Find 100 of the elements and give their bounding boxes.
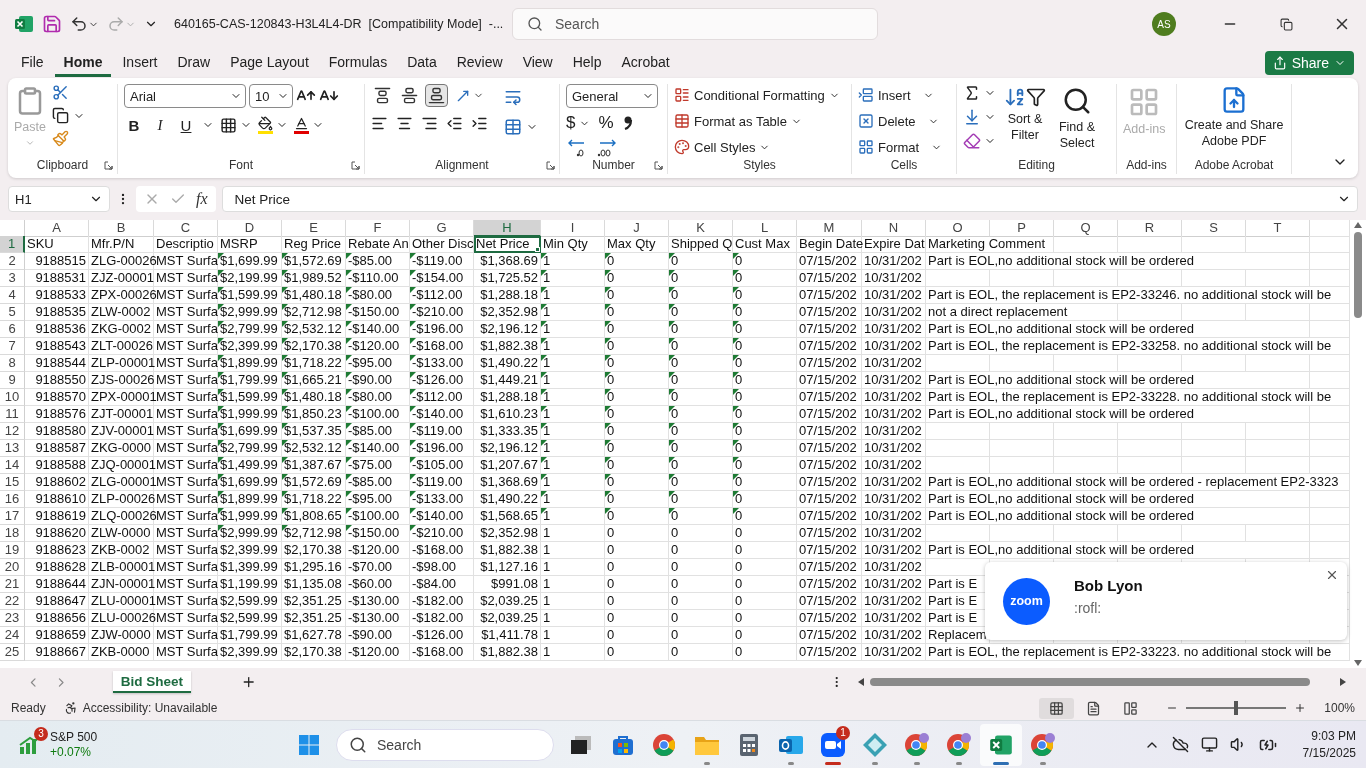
table-cell[interactable]: $2,712.98 <box>282 525 346 542</box>
table-cell[interactable]: MST Surfa <box>154 389 218 406</box>
table-cell[interactable]: -$182.00 <box>410 593 474 610</box>
accessibility-status[interactable]: Accessibility: Unavailable <box>82 701 218 715</box>
table-cell[interactable]: 07/15/202 <box>797 253 862 270</box>
table-cell[interactable]: 0 <box>733 576 797 593</box>
table-cell[interactable]: 0 <box>669 474 733 491</box>
table-cell[interactable]: $1,799.99 <box>218 372 282 389</box>
table-cell[interactable]: 0 <box>605 304 669 321</box>
row-header[interactable]: 21 <box>0 576 25 593</box>
table-cell[interactable]: -$80.00 <box>346 389 410 406</box>
table-cell[interactable]: 0 <box>733 355 797 372</box>
table-cell[interactable]: 0 <box>733 270 797 287</box>
table-cell[interactable]: -$150.00 <box>346 304 410 321</box>
taskbar-app[interactable]: 1 <box>812 723 854 766</box>
table-cell[interactable]: MST Surfa <box>154 321 218 338</box>
table-cell[interactable]: 0 <box>733 457 797 474</box>
table-cell[interactable]: -$133.00 <box>410 355 474 372</box>
align-right-icon[interactable] <box>421 115 438 132</box>
table-cell[interactable]: $2,599.99 <box>218 593 282 610</box>
table-cell[interactable]: $2,399.99 <box>218 542 282 559</box>
empty-cell[interactable] <box>1246 355 1310 372</box>
table-cell[interactable]: 1 <box>541 287 605 304</box>
table-cell[interactable]: 9188659 <box>25 627 89 644</box>
table-cell[interactable]: 9188570 <box>25 389 89 406</box>
table-cell[interactable]: 1 <box>541 542 605 559</box>
table-cell[interactable]: $2,170.38 <box>282 542 346 559</box>
zoom-level[interactable]: 100% <box>1324 701 1355 715</box>
empty-cell[interactable] <box>1118 440 1182 457</box>
clock[interactable]: 9:03 PM 7/15/2025 <box>1302 727 1356 762</box>
table-cell[interactable]: -$210.00 <box>410 525 474 542</box>
table-cell[interactable]: -$85.00 <box>346 253 410 270</box>
table-cell[interactable]: MST Surfa <box>154 491 218 508</box>
column-header[interactable]: T <box>1246 220 1310 237</box>
table-cell[interactable]: 0 <box>733 321 797 338</box>
table-cell[interactable]: 10/31/202 <box>862 253 926 270</box>
table-cell[interactable]: 07/15/202 <box>797 270 862 287</box>
font-color-button[interactable] <box>294 116 309 134</box>
name-box[interactable]: H1 <box>8 186 110 212</box>
cloud-off-icon[interactable] <box>1171 736 1189 753</box>
table-cell[interactable]: 0 <box>669 406 733 423</box>
insert-cells-button[interactable]: Insert <box>858 84 943 106</box>
row-header[interactable]: 14 <box>0 457 25 474</box>
table-cell[interactable]: 10/31/202 <box>862 559 926 576</box>
format-as-table-button[interactable]: Format as Table <box>674 110 840 132</box>
fill-color-button[interactable] <box>258 116 273 134</box>
table-cell[interactable]: 9188533 <box>25 287 89 304</box>
empty-cell[interactable] <box>1246 440 1310 457</box>
empty-cell[interactable] <box>926 525 990 542</box>
table-cell[interactable]: 9188623 <box>25 542 89 559</box>
table-cell[interactable]: $1,572.69 <box>282 253 346 270</box>
insert-function-button[interactable]: fx <box>196 190 208 208</box>
empty-cell[interactable] <box>1118 355 1182 372</box>
table-cell[interactable]: MST Surfa <box>154 593 218 610</box>
empty-cell[interactable] <box>1182 236 1246 253</box>
menu-tab[interactable]: Draw <box>168 49 220 77</box>
empty-cell[interactable] <box>1118 423 1182 440</box>
empty-cell[interactable] <box>926 355 990 372</box>
table-cell[interactable]: 07/15/202 <box>797 338 862 355</box>
table-cell[interactable]: -$140.00 <box>346 321 410 338</box>
sheet-tab[interactable]: Bid Sheet <box>112 671 192 693</box>
empty-cell[interactable] <box>1246 236 1310 253</box>
table-cell[interactable]: ZLG-00001 <box>89 474 154 491</box>
table-cell[interactable]: 07/15/202 <box>797 355 862 372</box>
table-cell[interactable]: $1,480.18 <box>282 389 346 406</box>
table-cell[interactable]: 07/15/202 <box>797 321 862 338</box>
table-cell[interactable]: 0 <box>733 644 797 661</box>
table-cell[interactable]: ZKG-0002 <box>89 321 154 338</box>
merge-cells-icon[interactable] <box>504 118 522 136</box>
table-cell[interactable]: MST Surfa <box>154 406 218 423</box>
table-cell[interactable]: 0 <box>605 270 669 287</box>
table-cell[interactable]: Part is EOL, the replacement is EP2-33246. no additional stock will be <box>926 287 1350 304</box>
table-cell[interactable]: -$133.00 <box>410 491 474 508</box>
taskbar-search-field[interactable]: Search <box>336 728 554 761</box>
table-cell[interactable]: Part is EOL,no additional stock will be ordered - replacement EP2-3323 <box>926 474 1350 491</box>
table-cell[interactable]: $1,490.22 <box>474 491 541 508</box>
table-cell[interactable]: 10/31/202 <box>862 389 926 406</box>
table-cell[interactable]: $2,352.98 <box>474 304 541 321</box>
table-cell[interactable]: 0 <box>733 440 797 457</box>
table-cell[interactable]: 0 <box>605 627 669 644</box>
table-cell[interactable]: 07/15/202 <box>797 406 862 423</box>
row-header[interactable]: 20 <box>0 559 25 576</box>
menu-tab[interactable]: Acrobat <box>612 49 679 77</box>
table-cell[interactable]: MST Surfa <box>154 542 218 559</box>
table-cell[interactable]: 0 <box>733 559 797 576</box>
search-field[interactable]: Search <box>512 8 878 40</box>
table-cell[interactable]: ZLU-00001 <box>89 593 154 610</box>
column-header[interactable]: M <box>797 220 862 237</box>
table-cell[interactable]: 10/31/202 <box>862 338 926 355</box>
table-cell[interactable]: 0 <box>669 627 733 644</box>
column-header[interactable]: R <box>1118 220 1182 237</box>
table-cell[interactable]: 07/15/202 <box>797 372 862 389</box>
table-cell[interactable]: 0 <box>669 253 733 270</box>
number-format-dropdown[interactable]: General <box>566 84 658 108</box>
empty-cell[interactable] <box>1054 236 1118 253</box>
table-cell[interactable]: MST Surfa <box>154 610 218 627</box>
zoom-slider-thumb[interactable] <box>1234 701 1239 715</box>
table-cell[interactable]: 07/15/202 <box>797 576 862 593</box>
row-header[interactable]: 15 <box>0 474 25 491</box>
empty-cell[interactable] <box>926 423 990 440</box>
